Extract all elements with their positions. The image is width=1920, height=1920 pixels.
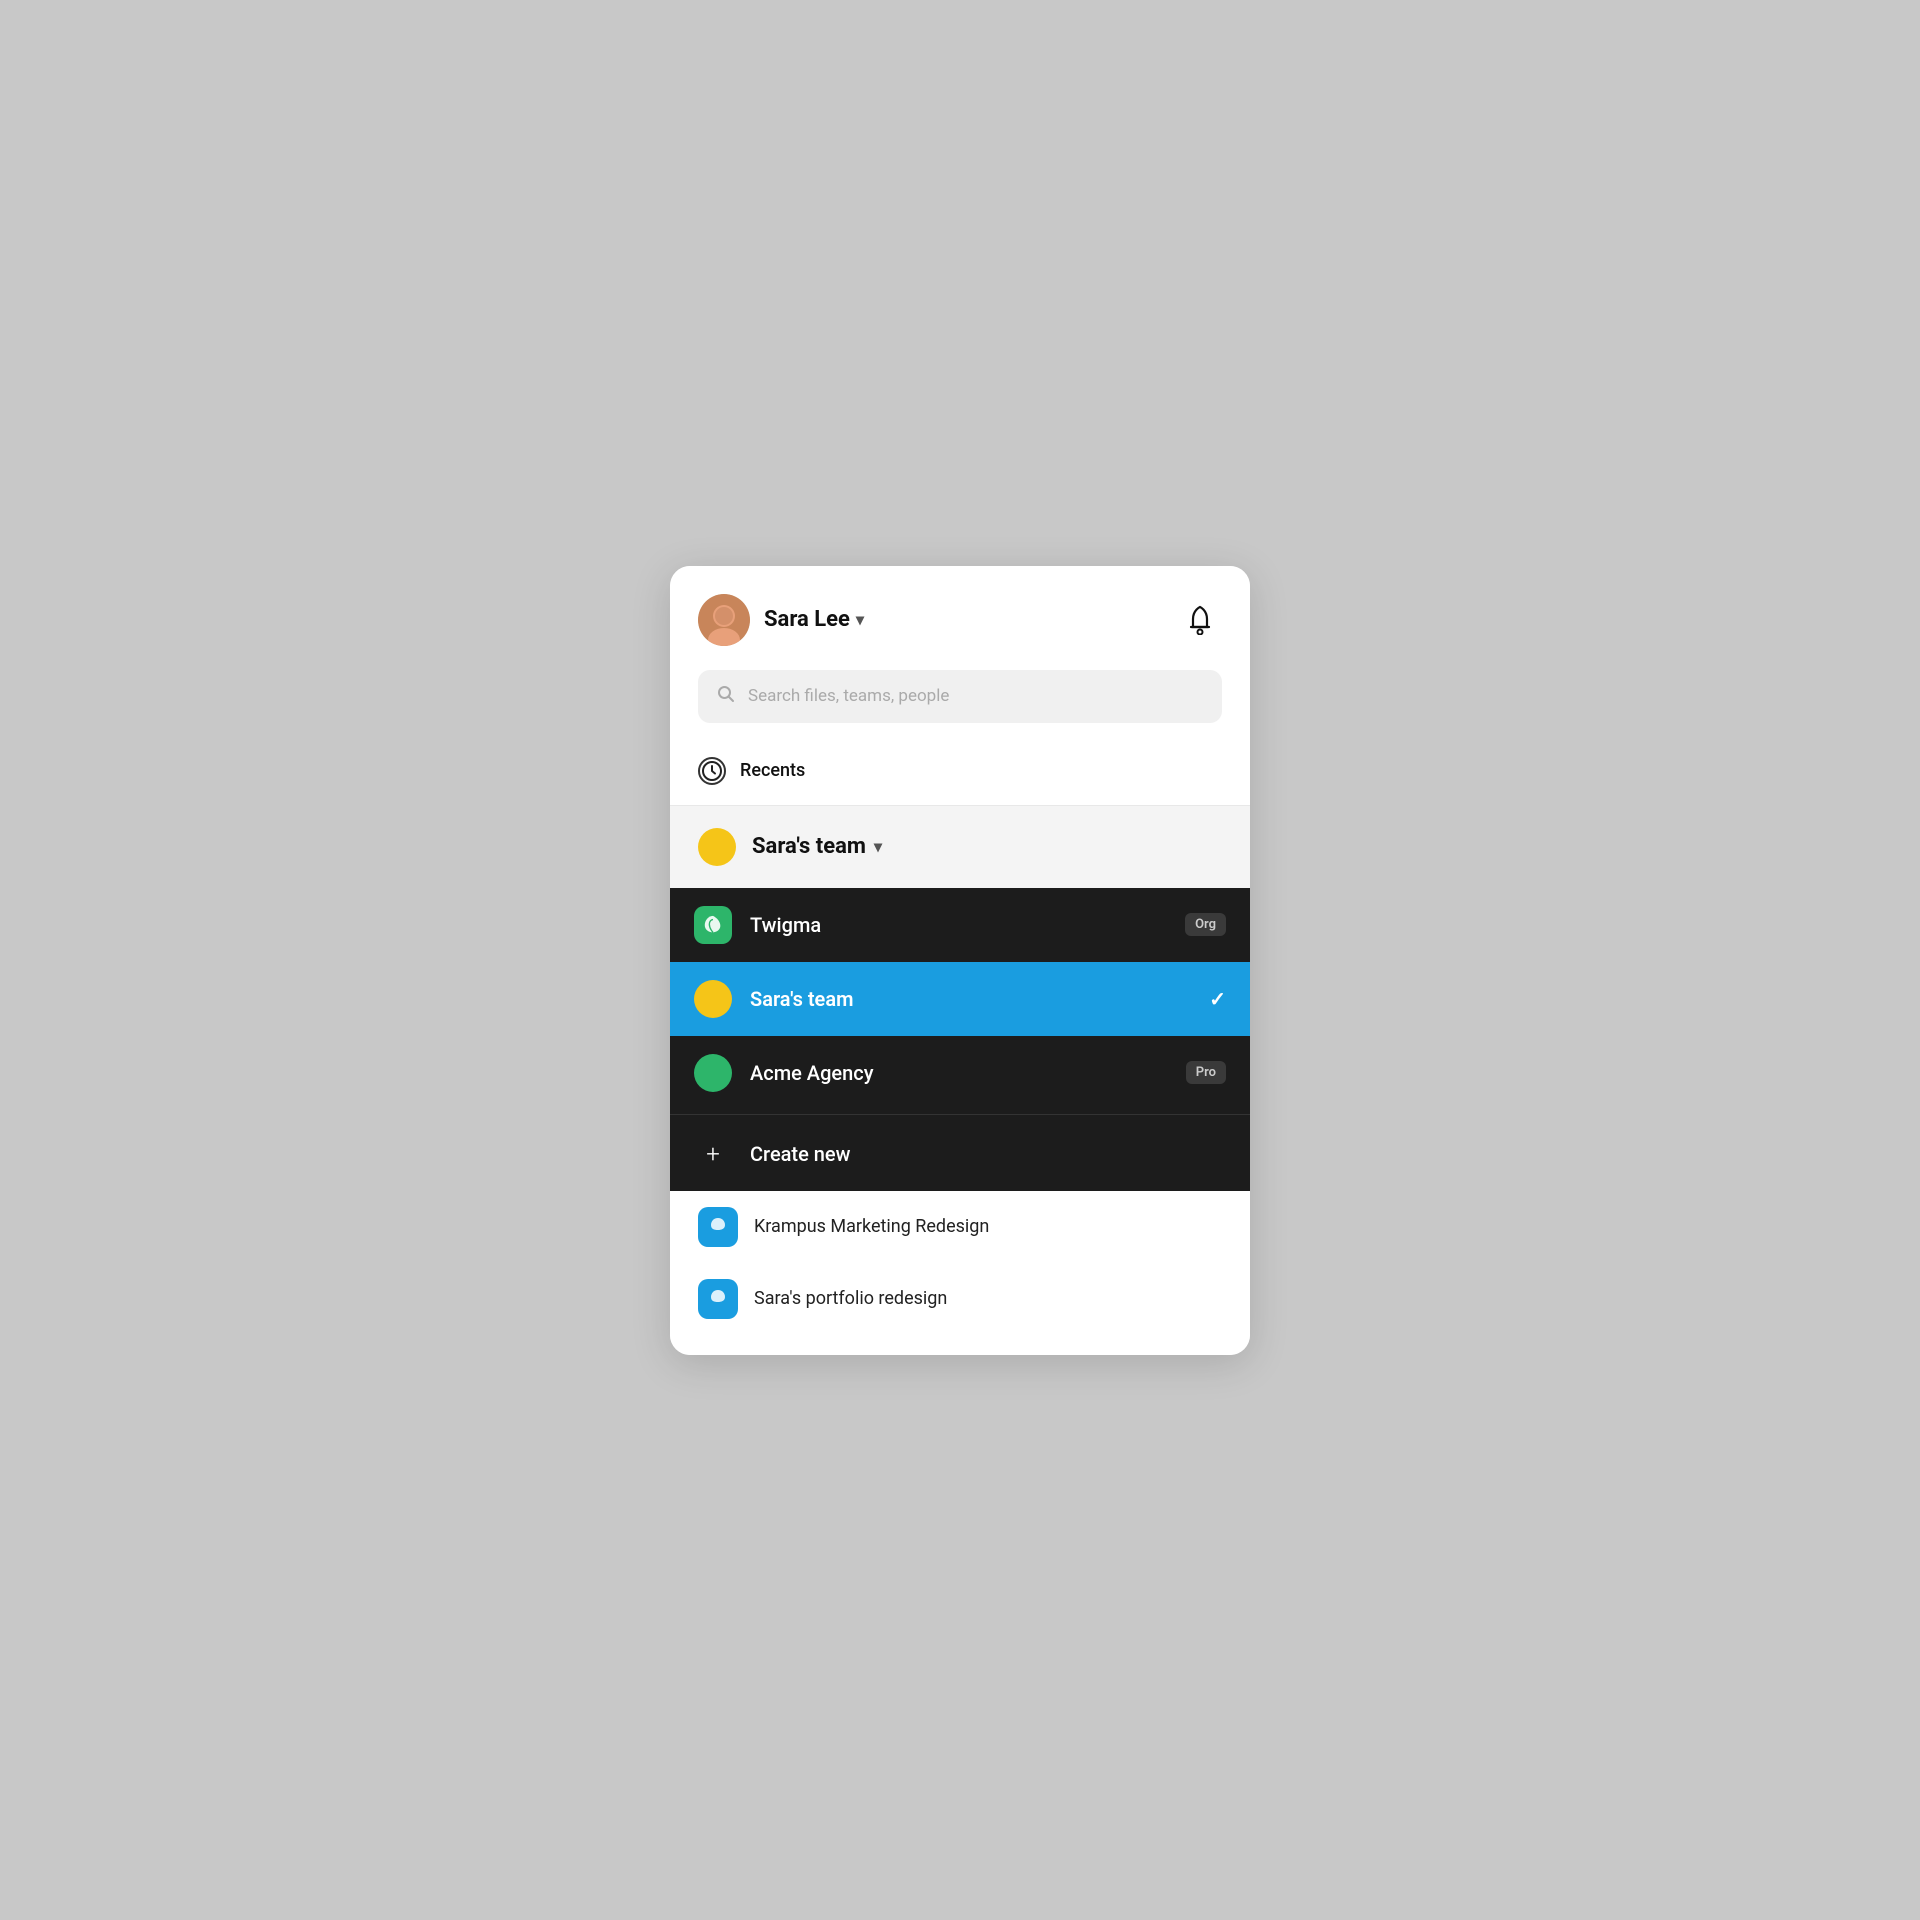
twigma-label: Twigma	[750, 913, 1167, 937]
user-info[interactable]: Sara Lee ▾	[698, 594, 864, 646]
team-name-text: Sara's team ▾	[752, 834, 882, 859]
user-name-text: Sara Lee	[764, 607, 850, 632]
acme-badge: Pro	[1186, 1061, 1226, 1084]
recents-label: Recents	[740, 760, 805, 781]
saras-team-icon	[694, 980, 732, 1018]
user-name-button[interactable]: Sara Lee ▾	[764, 607, 864, 632]
portfolio-file-icon	[698, 1279, 738, 1319]
header: Sara Lee ▾	[670, 566, 1250, 666]
plus-icon: +	[694, 1135, 732, 1173]
team-avatar-icon	[698, 828, 736, 866]
team-selector-header[interactable]: Sara's team ▾	[670, 806, 1250, 888]
avatar	[698, 594, 750, 646]
create-new-label: Create new	[750, 1142, 1226, 1166]
acme-label: Acme Agency	[750, 1061, 1168, 1085]
team-dropdown-menu: Twigma Org Sara's team ✓ Acme Agency Pro…	[670, 888, 1250, 1191]
dropdown-item-saras-team[interactable]: Sara's team ✓	[670, 962, 1250, 1036]
search-bar[interactable]: Search files, teams, people	[698, 670, 1222, 723]
krampus-label: Krampus Marketing Redesign	[754, 1216, 989, 1237]
dropdown-item-acme[interactable]: Acme Agency Pro	[670, 1036, 1250, 1110]
twigma-badge: Org	[1185, 913, 1226, 936]
recents-icon	[698, 757, 726, 785]
search-container: Search files, teams, people	[670, 666, 1250, 743]
acme-icon	[694, 1054, 732, 1092]
file-list: Krampus Marketing Redesign Sara's portfo…	[670, 1191, 1250, 1355]
saras-team-label: Sara's team	[750, 987, 1191, 1011]
create-new-button[interactable]: + Create new	[670, 1114, 1250, 1191]
krampus-file-icon	[698, 1207, 738, 1247]
dropdown-item-twigma[interactable]: Twigma Org	[670, 888, 1250, 962]
list-item-krampus[interactable]: Krampus Marketing Redesign	[670, 1191, 1250, 1263]
search-icon	[716, 684, 736, 709]
portfolio-label: Sara's portfolio redesign	[754, 1288, 947, 1309]
list-item-portfolio[interactable]: Sara's portfolio redesign	[670, 1263, 1250, 1335]
twigma-icon	[694, 906, 732, 944]
user-chevron-icon: ▾	[856, 610, 864, 629]
recents-button[interactable]: Recents	[670, 743, 1250, 805]
main-panel: Sara Lee ▾ Search files, teams, people	[670, 566, 1250, 1355]
check-icon: ✓	[1209, 987, 1226, 1011]
notification-button[interactable]	[1182, 602, 1218, 638]
search-placeholder-text: Search files, teams, people	[748, 686, 949, 706]
